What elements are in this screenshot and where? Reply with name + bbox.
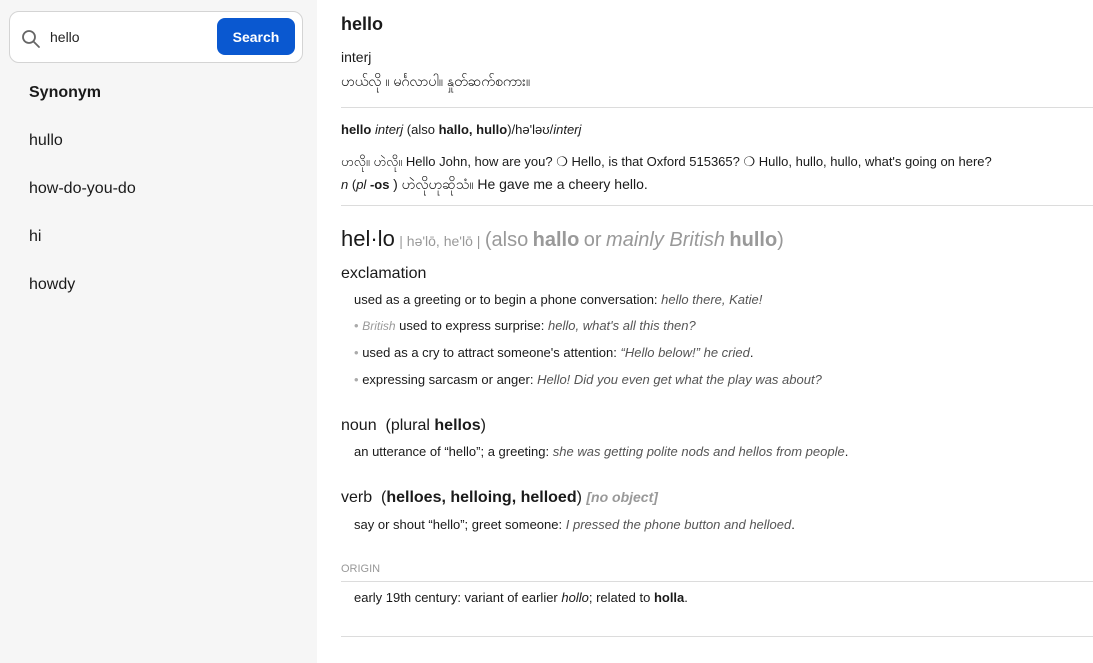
entry2-also: (also	[406, 122, 435, 137]
sense-text: used to express surprise:	[399, 318, 545, 333]
entry2-line1: ဟလို။ ဟဲလို။ Hello John, how are you? ❍ …	[341, 154, 992, 169]
origin-text1: early 19th century: variant of earlier	[354, 590, 558, 605]
verb-forms-close: )	[576, 489, 582, 506]
verb-label: verb	[341, 489, 373, 506]
sidebar: Search Synonym hullo how-do-you-do hi ho…	[0, 0, 317, 663]
bullet: •	[354, 318, 359, 333]
entry3-also-word1: hallo	[532, 229, 580, 251]
entry2-headword: hello	[341, 122, 372, 137]
noun-sense: an utterance of “hello”; a greeting: she…	[354, 444, 848, 459]
entry3-headword: hel·lo	[341, 226, 395, 251]
sense-example: she was getting polite nods and hellos f…	[552, 444, 845, 459]
noun-label: noun	[341, 417, 377, 434]
entry2-pron: )/hə'ləʊ/	[507, 122, 554, 137]
entry1-definition: ဟယ်လို ။ မင်္ဂလာပါ။ နှုတ်ဆက်စကား။	[341, 73, 531, 89]
synonym-item[interactable]: hi	[29, 228, 41, 246]
origin-text2: ; related to	[588, 590, 651, 605]
divider	[341, 636, 1093, 637]
sense-0: used as a greeting or to begin a phone c…	[354, 292, 762, 307]
entry3-header: hel·lo | hə'lō, he'lō | (also hallo or m…	[341, 226, 784, 252]
exclamation-label: exclamation	[341, 265, 427, 282]
entry2-n: n	[341, 177, 349, 192]
verb-sense: say or shout “hello”; greet someone: I p…	[354, 517, 795, 532]
noun-header: noun (plural hellos)	[341, 417, 486, 435]
sense-register: British	[362, 319, 396, 333]
sense-end: .	[791, 517, 795, 532]
sense-example: Hello! Did you even get what the play wa…	[537, 372, 822, 387]
entry3-also-region: mainly British	[606, 229, 725, 251]
verb-forms: helloes, helloing, helloed	[386, 489, 577, 506]
search-button[interactable]: Search	[217, 18, 295, 55]
entry2-pos2: interj	[553, 122, 582, 137]
entry2-pos: interj	[374, 122, 404, 137]
synonym-item[interactable]: howdy	[29, 276, 75, 294]
bullet: •	[354, 345, 359, 360]
search-box: Search	[9, 11, 303, 63]
origin-word1: hollo	[561, 590, 589, 605]
sense-example: hello there, Katie!	[661, 292, 763, 307]
origin-end: .	[684, 590, 688, 605]
sense-text: an utterance of “hello”; a greeting:	[354, 444, 550, 459]
entry3-also-or: or	[583, 229, 602, 251]
sense-end: .	[844, 444, 849, 459]
entry1-headword: hello	[341, 14, 384, 34]
sense-example: hello, what's all this then?	[548, 318, 696, 333]
sense-3: • expressing sarcasm or anger: Hello! Di…	[354, 372, 822, 387]
origin-label: ORIGIN	[341, 563, 381, 575]
origin-word2: holla	[653, 590, 685, 605]
sense-2: • used as a cry to attract someone's att…	[354, 345, 753, 360]
sense-example: “Hello below!” he cried	[620, 345, 750, 360]
definition-panel: hello interj ဟယ်လို ။ မင်္ဂလာပါ။ နှုတ်ဆက…	[341, 0, 1093, 663]
entry2-line2: n (pl -os ) ဟဲလိုဟုဆိုသံ။ He gave me a c…	[341, 175, 648, 196]
search-icon	[22, 30, 40, 48]
sense-text: used as a greeting or to begin a phone c…	[354, 292, 658, 307]
noun-plural-open: (plural	[385, 417, 430, 434]
entry3-also-open: (also	[484, 229, 529, 251]
bullet: •	[354, 372, 359, 387]
synonym-item[interactable]: hullo	[29, 132, 63, 150]
synonym-item[interactable]: how-do-you-do	[29, 180, 136, 198]
sense-1: • British used to express surprise: hell…	[354, 318, 696, 333]
noun-plural-close: )	[480, 417, 486, 434]
entry3-pron: | hə'lō, he'lō |	[399, 233, 481, 249]
sense-example: I pressed the phone button and helloed	[565, 517, 792, 532]
sense-text: say or shout “hello”; greet someone:	[354, 517, 563, 532]
entry2-pl-suffix: -os	[369, 177, 390, 192]
sense-text: used as a cry to attract someone's atten…	[362, 345, 617, 360]
entry3-also-close: )	[777, 229, 784, 251]
entry2-line2-tail: ) ဟဲလိုဟုဆိုသံ။ He gave me a cheery hell…	[393, 176, 648, 192]
noun-plural-word: hellos	[434, 417, 481, 434]
search-input[interactable]	[50, 26, 210, 48]
sense-end: .	[749, 345, 754, 360]
entry2-also-words: hallo, hullo	[438, 122, 508, 137]
verb-object: [no object]	[586, 489, 658, 505]
divider	[341, 205, 1093, 206]
synonym-heading: Synonym	[29, 84, 102, 101]
entry2-pl: pl	[356, 177, 367, 192]
verb-header: verb (helloes, helloing, helloed) [no ob…	[341, 489, 658, 507]
entry3-also-word2: hullo	[729, 229, 778, 251]
sense-text: expressing sarcasm or anger:	[362, 372, 534, 387]
divider	[341, 581, 1093, 582]
divider	[341, 107, 1093, 108]
entry1-pos: interj	[341, 49, 372, 65]
entry2-header: hello interj (also hallo, hullo)/hə'ləʊ/…	[341, 122, 581, 137]
origin-text: early 19th century: variant of earlier h…	[354, 590, 688, 605]
